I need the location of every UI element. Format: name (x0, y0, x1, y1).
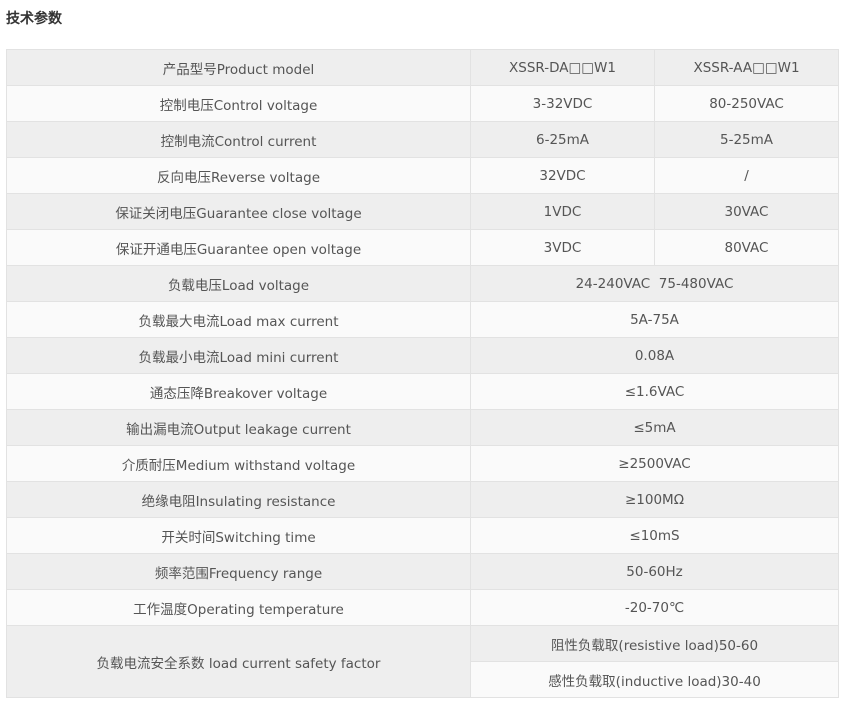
table-row: 频率范围Frequency range 50-60Hz (6, 553, 839, 590)
row-label: 绝缘电阻Insulating resistance (6, 481, 471, 518)
row-label: 开关时间Switching time (6, 517, 471, 554)
cell-value: 50-60Hz (470, 553, 839, 590)
cell-value: ≥100MΩ (470, 481, 839, 518)
table-row: 负载最大电流Load max current 5A-75A (6, 301, 839, 338)
table-row: 介质耐压Medium withstand voltage ≥2500VAC (6, 445, 839, 482)
row-label: 保证开通电压Guarantee open voltage (6, 229, 471, 266)
spec-table: 产品型号Product model XSSR-DA□□W1 XSSR-AA□□W… (6, 49, 839, 698)
cell-value: ≥2500VAC (470, 445, 839, 482)
table-row-product-model: 产品型号Product model XSSR-DA□□W1 XSSR-AA□□W… (6, 49, 839, 86)
cell-value: 5A-75A (470, 301, 839, 338)
column-header: XSSR-AA□□W1 (654, 49, 839, 86)
table-row: 控制电流Control current 6-25mA 5-25mA (6, 121, 839, 158)
row-label: 负载电流安全系数 load current safety factor (6, 625, 471, 698)
cell-value: 感性负载取(inductive load)30-40 (470, 661, 839, 698)
row-label: 负载最小电流Load mini current (6, 337, 471, 374)
cell-value: -20-70℃ (470, 589, 839, 626)
table-row: 反向电压Reverse voltage 32VDC / (6, 157, 839, 194)
row-label: 保证关闭电压Guarantee close voltage (6, 193, 471, 230)
cell-value: 80VAC (654, 229, 839, 266)
column-header: XSSR-DA□□W1 (470, 49, 655, 86)
cell-value: ≤1.6VAC (470, 373, 839, 410)
table-row: 保证关闭电压Guarantee close voltage 1VDC 30VAC (6, 193, 839, 230)
cell-value: 6-25mA (470, 121, 655, 158)
cell-value: 32VDC (470, 157, 655, 194)
cell-value: 80-250VAC (654, 85, 839, 122)
row-label: 介质耐压Medium withstand voltage (6, 445, 471, 482)
cell-value: / (654, 157, 839, 194)
cell-value: 5-25mA (654, 121, 839, 158)
table-row: 负载电压Load voltage 24-240VAC 75-480VAC (6, 265, 839, 302)
row-label: 频率范围Frequency range (6, 553, 471, 590)
cell-value: 0.08A (470, 337, 839, 374)
row-label: 反向电压Reverse voltage (6, 157, 471, 194)
table-row: 保证开通电压Guarantee open voltage 3VDC 80VAC (6, 229, 839, 266)
row-label: 负载最大电流Load max current (6, 301, 471, 338)
cell-value: ≤5mA (470, 409, 839, 446)
table-row: 绝缘电阻Insulating resistance ≥100MΩ (6, 481, 839, 518)
table-row: 工作温度Operating temperature -20-70℃ (6, 589, 839, 626)
table-row: 输出漏电流Output leakage current ≤5mA (6, 409, 839, 446)
table-row: 通态压降Breakover voltage ≤1.6VAC (6, 373, 839, 410)
table-row-safety-factor: 负载电流安全系数 load current safety factor 阻性负载… (6, 625, 839, 698)
cell-value: 3VDC (470, 229, 655, 266)
row-label: 通态压降Breakover voltage (6, 373, 471, 410)
row-label: 输出漏电流Output leakage current (6, 409, 471, 446)
table-row: 负载最小电流Load mini current 0.08A (6, 337, 839, 374)
row-label: 产品型号Product model (6, 49, 471, 86)
cell-value: ≤10mS (470, 517, 839, 554)
cell-value: 24-240VAC 75-480VAC (470, 265, 839, 302)
cell-value: 阻性负载取(resistive load)50-60 (470, 625, 839, 662)
cell-value: 30VAC (654, 193, 839, 230)
cell-value: 1VDC (470, 193, 655, 230)
row-label: 负载电压Load voltage (6, 265, 471, 302)
row-label: 工作温度Operating temperature (6, 589, 471, 626)
row-label: 控制电流Control current (6, 121, 471, 158)
row-label: 控制电压Control voltage (6, 85, 471, 122)
section-title: 技术参数 (6, 11, 62, 27)
cell-value: 3-32VDC (470, 85, 655, 122)
table-row: 开关时间Switching time ≤10mS (6, 517, 839, 554)
table-row: 控制电压Control voltage 3-32VDC 80-250VAC (6, 85, 839, 122)
